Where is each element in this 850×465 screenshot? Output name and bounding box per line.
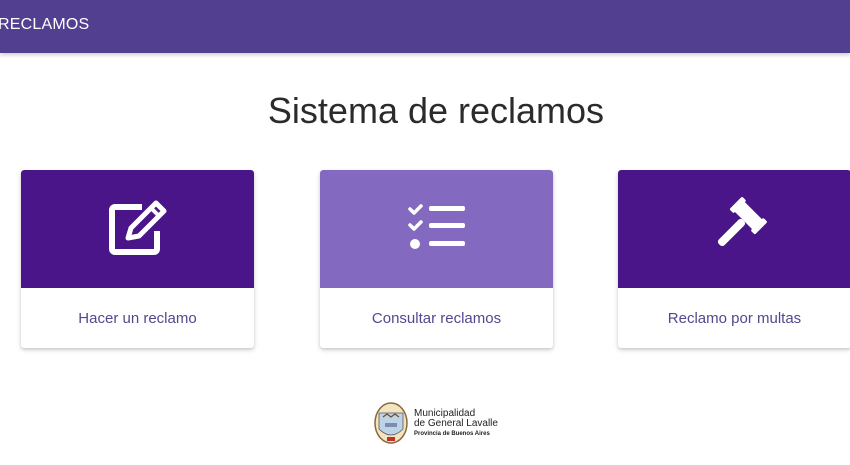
- card-label: Hacer un reclamo: [78, 309, 197, 327]
- card-label: Consultar reclamos: [371, 309, 502, 327]
- top-app-bar: RECLAMOS: [0, 0, 850, 53]
- card-consultar-reclamos[interactable]: Consultar reclamos: [320, 170, 553, 348]
- checklist-icon: [407, 204, 465, 249]
- card-icon-band: [21, 170, 254, 288]
- card-reclamo-multas[interactable]: Reclamo por multas: [618, 170, 850, 348]
- gavel-icon: [717, 197, 767, 247]
- app-brand-title[interactable]: RECLAMOS: [0, 16, 89, 34]
- logo-text-line3: Provincia de Buenos Aires: [414, 430, 490, 437]
- logo-text-line2: de General Lavalle: [414, 418, 498, 430]
- card-hacer-reclamo[interactable]: Hacer un reclamo: [21, 170, 254, 348]
- page-title: Sistema de reclamos: [267, 90, 605, 131]
- card-icon-band: [618, 170, 850, 288]
- card-icon-band: [320, 170, 553, 288]
- coat-of-arms-icon: [374, 402, 408, 444]
- edit-icon: [108, 200, 166, 255]
- municipality-logo: Municipalidad de General Lavalle Provinc…: [373, 401, 498, 445]
- card-label: Reclamo por multas: [667, 309, 802, 327]
